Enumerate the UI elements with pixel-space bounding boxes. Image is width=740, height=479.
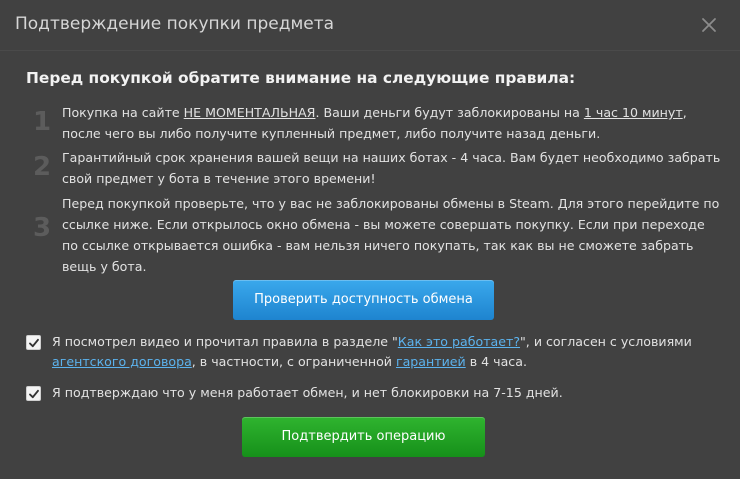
- rule-text-part: . Ваши деньги будут заблокированы на: [315, 105, 584, 120]
- rule-text: Перед покупкой проверьте, что у вас не з…: [62, 196, 720, 274]
- agreement-text-part: в 4 часа.: [465, 354, 527, 369]
- how-it-works-link[interactable]: Как это работает?: [398, 334, 520, 349]
- agreement-text: Я посмотрел видео и прочитал правила в р…: [52, 332, 732, 372]
- agency-contract-link[interactable]: агентского договора: [52, 354, 192, 369]
- check-trade-availability-button[interactable]: Проверить доступность обмена: [233, 280, 494, 320]
- rule-text-part: Покупка на сайте: [62, 105, 184, 120]
- lock-duration-emphasis: 1 час 10 минут: [583, 105, 683, 120]
- agreement-text-part: Я посмотрел видео и прочитал правила в р…: [52, 334, 398, 349]
- rules-heading: Перед покупкой обратите внимание на след…: [26, 69, 576, 87]
- trade-confirm-checkbox[interactable]: [26, 386, 41, 401]
- dialog-title: Подтверждение покупки предмета: [15, 14, 335, 34]
- agreement-text-part: ", и согласен с условиями: [520, 334, 692, 349]
- dialog-header: Подтверждение покупки предмета: [0, 0, 740, 51]
- checkmark-icon: [29, 338, 39, 348]
- rule-text: Гарантийный срок хранения вашей вещи на …: [62, 150, 721, 186]
- close-icon: [702, 18, 716, 32]
- rule-text: Покупка на сайте НЕ МОМЕНТАЛЬНАЯ. Ваши д…: [62, 102, 722, 144]
- rule-number: 1: [32, 107, 52, 137]
- purchase-confirmation-dialog: Подтверждение покупки предмета Перед пок…: [0, 0, 740, 479]
- trade-confirm-text: Я подтверждаю что у меня работает обмен,…: [52, 385, 563, 400]
- warranty-link[interactable]: гарантией: [396, 354, 466, 369]
- agreement-checkbox[interactable]: [26, 335, 41, 350]
- close-button[interactable]: [696, 12, 722, 38]
- checkmark-icon: [29, 389, 39, 399]
- not-instant-emphasis: НЕ МОМЕНТАЛЬНАЯ: [183, 105, 316, 120]
- agreement-text-part: , в частности, с ограниченной: [191, 354, 396, 369]
- rule-number: 2: [32, 152, 52, 182]
- confirm-operation-button[interactable]: Подтвердить операцию: [242, 417, 485, 457]
- rule-number: 3: [32, 213, 52, 243]
